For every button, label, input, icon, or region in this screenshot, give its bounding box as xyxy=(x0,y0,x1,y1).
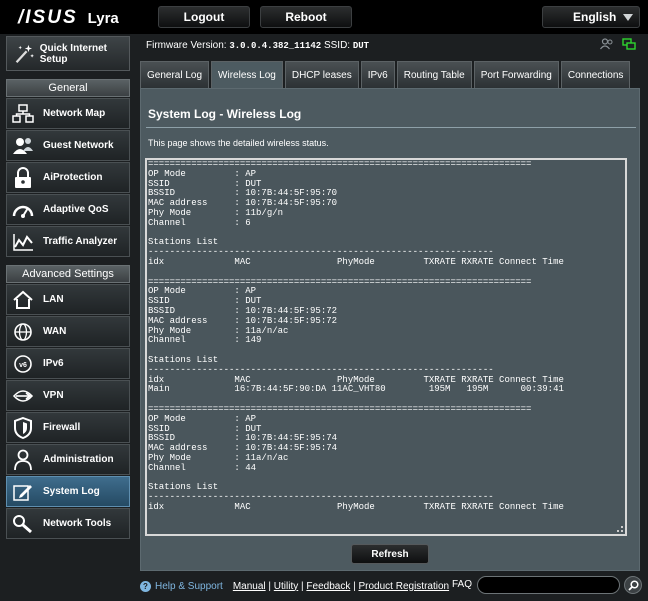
firmware-label: Firmware Version: xyxy=(146,40,227,51)
shield-icon xyxy=(11,416,35,440)
top-bar: /ISUS Lyra Logout Reboot English xyxy=(0,0,648,34)
reboot-button[interactable]: Reboot xyxy=(260,6,352,28)
sidebar-item-network-map[interactable]: Network Map xyxy=(6,98,130,129)
faq-label: FAQ xyxy=(452,579,473,590)
help-label: Help & Support xyxy=(155,580,223,592)
utility-link[interactable]: Utility xyxy=(274,581,298,592)
sidebar-item-adaptive-qos[interactable]: Adaptive QoS xyxy=(6,194,130,225)
sidebar-item-label: Network Tools xyxy=(43,518,112,529)
speedometer-icon xyxy=(11,198,35,222)
network-status-icon[interactable] xyxy=(622,38,636,50)
asus-logo: /ISUS Lyra xyxy=(18,7,119,29)
qis-label: Quick Internet Setup xyxy=(39,42,107,65)
lock-icon xyxy=(11,166,35,190)
tab-wireless-log[interactable]: Wireless Log xyxy=(211,61,283,88)
wrench-icon xyxy=(11,512,35,536)
tab-routing-table[interactable]: Routing Table xyxy=(396,61,472,88)
log-content: ========================================… xyxy=(148,159,564,512)
ipv6-globe-icon: v6 xyxy=(11,352,35,376)
network-map-icon xyxy=(11,102,35,126)
product-registration-link[interactable]: Product Registration xyxy=(358,581,449,592)
language-value: English xyxy=(573,10,617,24)
help-support[interactable]: ? Help & Support xyxy=(140,580,223,592)
wireless-log-textarea[interactable]: ========================================… xyxy=(145,158,627,536)
sidebar-item-wan[interactable]: WAN xyxy=(6,316,130,347)
sidebar-item-ipv6[interactable]: v6 IPv6 xyxy=(6,348,130,379)
content-panel: System Log - Wireless Log This page show… xyxy=(140,88,640,571)
sidebar-item-traffic-analyzer[interactable]: Traffic Analyzer xyxy=(6,226,130,257)
clients-status-icon[interactable] xyxy=(600,38,614,50)
search-icon xyxy=(627,579,639,591)
footer-links: Manual | Utility | Feedback | Product Re… xyxy=(232,580,450,592)
resize-handle-icon[interactable] xyxy=(617,526,623,532)
tab-connections[interactable]: Connections xyxy=(560,61,631,88)
firmware-version[interactable]: 3.0.0.4.382_11142 xyxy=(229,41,321,51)
sidebar-item-label: LAN xyxy=(43,294,64,305)
tab-general-log[interactable]: General Log xyxy=(140,61,210,88)
sidebar-item-aiprotection[interactable]: AiProtection xyxy=(6,162,130,193)
sidebar-item-label: Adaptive QoS xyxy=(43,204,109,215)
globe-icon xyxy=(11,320,35,344)
chevron-down-icon xyxy=(623,14,633,21)
sidebar-item-label: WAN xyxy=(43,326,67,337)
faq-search-input[interactable] xyxy=(477,576,620,594)
model-name: Lyra xyxy=(87,10,119,27)
sidebar-item-vpn[interactable]: VPN xyxy=(6,380,130,411)
advanced-settings-header: Advanced Settings xyxy=(6,265,130,283)
tab-dhcp-leases[interactable]: DHCP leases xyxy=(284,61,359,88)
sidebar-item-system-log[interactable]: System Log xyxy=(6,476,130,507)
magic-wand-icon xyxy=(15,44,34,63)
sidebar-item-label: Guest Network xyxy=(43,140,114,151)
sidebar-item-administration[interactable]: Administration xyxy=(6,444,130,475)
firmware-info: Firmware Version: 3.0.0.4.382_11142 SSID… xyxy=(146,40,369,51)
refresh-button[interactable]: Refresh xyxy=(351,544,429,564)
svg-text:v6: v6 xyxy=(19,362,27,369)
sidebar-item-label: AiProtection xyxy=(43,172,103,183)
footer: ? Help & Support Manual | Utility | Feed… xyxy=(140,576,648,596)
log-tabs: General Log Wireless Log DHCP leases IPv… xyxy=(140,61,631,88)
ssid-label: SSID: xyxy=(323,40,351,51)
sidebar-item-label: Traffic Analyzer xyxy=(43,236,118,247)
status-icons xyxy=(600,38,636,50)
vpn-icon xyxy=(11,384,35,408)
admin-user-icon xyxy=(11,448,35,472)
brand-logo: /ISUS xyxy=(18,7,78,28)
sidebar-item-lan[interactable]: LAN xyxy=(6,284,130,315)
sidebar-item-label: IPv6 xyxy=(43,358,64,369)
quick-internet-setup-button[interactable]: Quick Internet Setup xyxy=(6,36,130,71)
sidebar-item-firewall[interactable]: Firewall xyxy=(6,412,130,443)
ssid-value: DUT xyxy=(352,41,370,51)
sidebar-item-network-tools[interactable]: Network Tools xyxy=(6,508,130,539)
guest-network-icon xyxy=(11,134,35,158)
traffic-chart-icon xyxy=(11,230,35,254)
sidebar-item-label: VPN xyxy=(43,390,64,401)
manual-link[interactable]: Manual xyxy=(233,581,266,592)
language-select[interactable]: English xyxy=(542,6,640,28)
general-header: General xyxy=(6,79,130,97)
title-divider xyxy=(146,127,636,128)
pencil-icon xyxy=(11,480,35,504)
sidebar-item-label: Firewall xyxy=(43,422,81,433)
logout-button[interactable]: Logout xyxy=(158,6,250,28)
faq-search-button[interactable] xyxy=(624,576,642,594)
sidebar-item-guest-network[interactable]: Guest Network xyxy=(6,130,130,161)
sidebar-item-label: Administration xyxy=(43,454,114,465)
help-icon: ? xyxy=(140,580,151,592)
sidebar-item-label: System Log xyxy=(43,486,100,497)
sidebar-item-label: Network Map xyxy=(43,108,106,119)
page-description: This page shows the detailed wireless st… xyxy=(148,138,329,148)
home-icon xyxy=(11,288,35,312)
tab-port-forwarding[interactable]: Port Forwarding xyxy=(473,61,559,88)
page-title: System Log - Wireless Log xyxy=(148,107,302,121)
tab-ipv6[interactable]: IPv6 xyxy=(360,61,395,88)
feedback-link[interactable]: Feedback xyxy=(306,581,350,592)
